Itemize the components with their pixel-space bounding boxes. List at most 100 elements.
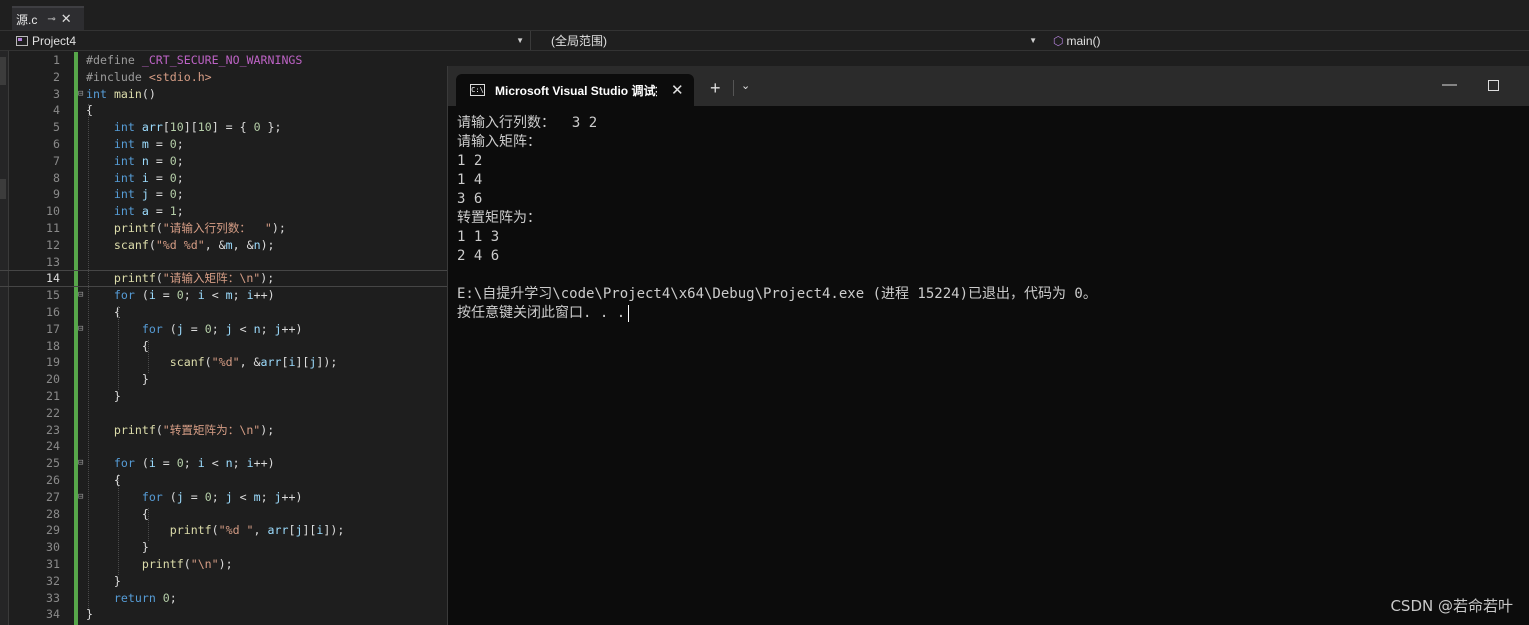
code-token: i [197, 288, 205, 303]
close-tab-icon[interactable]: ✕ [671, 81, 684, 99]
code-token: "%d %d" [155, 237, 205, 252]
maximize-icon[interactable] [1488, 80, 1499, 91]
code-line[interactable]: 1 #define _CRT_SECURE_NO_WARNINGS [0, 52, 447, 69]
code-line[interactable]: 29 printf("%d ", arr[j][i]); [0, 522, 447, 539]
console-text: 1 4 [457, 172, 483, 188]
code-line[interactable]: 18 { [0, 338, 447, 355]
console-text: 1 1 3 [457, 229, 500, 245]
code-line[interactable]: 19 scanf("%d", &arr[i][j]); [0, 354, 447, 371]
line-number: 27 [46, 489, 60, 504]
code-line[interactable]: 24 [0, 438, 447, 455]
fold-toggle-icon[interactable]: ⊟ [78, 287, 86, 304]
code-line[interactable]: 6 int m = 0; [0, 136, 447, 153]
code-line[interactable]: 15 ⊟ for (i = 0; i < m; i++) [0, 287, 447, 304]
code-line[interactable]: 32 } [0, 573, 447, 590]
code-line[interactable]: 30 } [0, 539, 447, 556]
code-text: int main() [86, 86, 156, 103]
code-token: a [141, 204, 149, 219]
console-line: 转置矩阵为： [457, 209, 1517, 228]
code-line[interactable]: 17 ⊟ for (j = 0; j < n; j++) [0, 321, 447, 338]
chevron-down-icon: ▼ [1029, 36, 1037, 45]
code-line[interactable]: 21 } [0, 388, 447, 405]
code-line[interactable]: 26 { [0, 472, 447, 489]
code-token: = [155, 288, 177, 303]
code-token: ; [176, 170, 184, 185]
console-line: 1 2 [457, 152, 1517, 171]
fold-toggle-icon[interactable]: ⊟ [78, 489, 86, 506]
code-line[interactable]: 9 int j = 0; [0, 186, 447, 203]
code-line[interactable]: 10 int a = 1; [0, 203, 447, 220]
code-token: ++) [253, 288, 275, 303]
code-line[interactable]: 28 { [0, 506, 447, 523]
fold-toggle-icon[interactable]: ⊟ [78, 86, 86, 103]
line-number: 25 [46, 456, 60, 471]
code-token: = [148, 137, 170, 151]
code-token: 0 [169, 153, 177, 168]
scope-dropdown[interactable]: (全局范围) ▼ [537, 31, 1043, 50]
code-line[interactable]: 8 int i = 0; [0, 170, 447, 187]
function-dropdown[interactable]: ⬡ main() [1050, 31, 1529, 50]
code-token: ( [183, 557, 191, 571]
code-text: } [86, 388, 121, 405]
line-number: 34 [46, 607, 60, 622]
code-line[interactable]: 13 [0, 254, 447, 271]
code-line[interactable]: 31 printf("\n"); [0, 556, 447, 573]
code-line[interactable]: 22 [0, 405, 447, 422]
code-token: for [141, 489, 163, 504]
fold-toggle-icon[interactable]: ⊟ [78, 321, 86, 338]
console-line: 1 4 [457, 171, 1517, 190]
code-token: int [113, 120, 135, 135]
code-token: return [113, 590, 156, 605]
console-tab-title: Microsoft Visual Studio 调试控 [495, 83, 657, 98]
code-token: = [155, 456, 177, 471]
code-line[interactable]: 33 return 0; [0, 590, 447, 607]
code-line[interactable]: 34} [0, 606, 447, 623]
code-token: i [246, 288, 254, 303]
line-number: 8 [53, 170, 60, 185]
line-number: 14 [46, 271, 60, 286]
code-line[interactable]: 27 ⊟ for (j = 0; j < m; j++) [0, 489, 447, 506]
code-line[interactable]: 4{ [0, 102, 447, 119]
minimize-icon[interactable]: — [1442, 76, 1457, 93]
code-token: int [113, 187, 135, 202]
pin-icon[interactable]: ⊸ [47, 14, 55, 25]
close-tab-icon[interactable]: ✕ [61, 11, 72, 27]
code-token: = [148, 170, 170, 185]
chevron-down-icon[interactable]: ⌄ [741, 79, 750, 92]
code-line[interactable]: 3 ⊟ int main() [0, 86, 447, 103]
code-line[interactable]: 14 printf("请输入矩阵：\n"); [0, 270, 447, 288]
code-line[interactable]: 25 ⊟ for (i = 0; i < n; i++) [0, 455, 447, 472]
code-token: _CRT_SECURE_NO_WARNINGS [141, 53, 303, 67]
tab-source-file[interactable]: 源.c ⊸ ✕ [12, 6, 84, 30]
code-token: ; [211, 489, 226, 504]
code-token: 0 [253, 120, 261, 135]
code-line[interactable]: 5 int arr[10][10] = { 0 }; [0, 119, 447, 136]
code-line[interactable]: 16 { [0, 304, 447, 321]
code-line[interactable]: 12 scanf("%d %d", &m, &n); [0, 237, 447, 254]
code-line[interactable]: 23 printf("转置矩阵为：\n"); [0, 422, 447, 439]
code-editor[interactable]: 1 #define _CRT_SECURE_NO_WARNINGS 2 #includ… [0, 52, 447, 625]
new-tab-icon[interactable]: + [710, 78, 721, 99]
code-line[interactable]: 20 } [0, 371, 447, 388]
console-output[interactable]: 请输入行列数： 3 2 请输入矩阵： 1 2 1 4 3 6 转置矩阵为： 1 1 3 2 4… [457, 114, 1517, 323]
code-line[interactable]: 11 printf("请输入行列数： "); [0, 220, 447, 237]
code-text: for (i = 0; i < m; i++) [86, 287, 275, 304]
code-line[interactable]: 7 int n = 0; [0, 153, 447, 170]
console-tab[interactable]: C:\ Microsoft Visual Studio 调试控 ✕ [456, 74, 694, 106]
indent-guide [118, 306, 120, 390]
code-token: <stdio.h> [148, 69, 212, 84]
line-number: 24 [46, 439, 60, 454]
fold-toggle-icon[interactable]: ⊟ [78, 455, 86, 472]
code-token: 0 [169, 137, 177, 151]
code-line[interactable]: 2 #include <stdio.h> [0, 69, 447, 86]
code-token: { [86, 473, 121, 487]
debug-console-window[interactable]: C:\ Microsoft Visual Studio 调试控 ✕ + ⌄ — … [447, 66, 1529, 625]
code-token: m [141, 137, 149, 151]
code-token: j [274, 321, 282, 336]
project-dropdown[interactable]: Project4 ▼ [12, 31, 531, 50]
